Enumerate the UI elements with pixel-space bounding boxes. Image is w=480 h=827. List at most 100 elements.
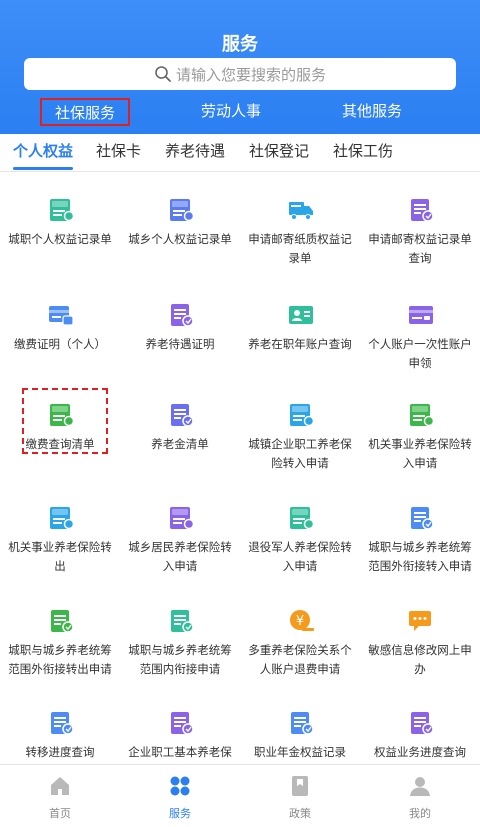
service-label: 养老金清单 [151, 437, 209, 451]
pension-doc-icon [171, 304, 194, 327]
sub-tab-bar: 个人权益 社保卡 养老待遇 社保登记 社保工伤 [0, 134, 480, 172]
tab-other-services[interactable]: 其他服务 [327, 98, 417, 126]
service-item[interactable]: 退役军人养老保险转入申请 [240, 488, 360, 592]
search-placeholder: 请输入您要搜索的服务 [175, 65, 326, 84]
service-label: 养老待遇证明 [145, 337, 215, 351]
service-item[interactable]: 城职个人权益记录单 [0, 180, 120, 284]
search-bar[interactable]: 请输入您要搜索的服务 [24, 58, 456, 90]
nav-services-label: 服务 [169, 807, 191, 820]
service-item[interactable]: 城职与城乡养老统筹范围外衔接转出申请 [0, 591, 120, 695]
service-label: 城职个人权益记录单 [8, 232, 112, 246]
service-item[interactable]: ¥ 多重养老保险关系个人账户退费申请 [240, 591, 360, 695]
service-label: 城职与城乡养老统筹范围内衔接申请 [128, 643, 232, 676]
service-label: 敏感信息修改网上申办 [368, 643, 472, 676]
home-icon [51, 777, 69, 795]
service-label: 申请邮寄纸质权益记录单 [248, 232, 352, 265]
service-label: 职业年金权益记录 [254, 745, 346, 759]
nav-policy[interactable]: 政策 [240, 765, 360, 827]
service-item[interactable]: 权益业务进度查询 [360, 693, 480, 764]
edit-doc-icon [171, 610, 194, 633]
page-title: 服务 [222, 34, 258, 55]
service-item[interactable]: 城职与城乡养老统筹范围外衔接转入申请 [360, 488, 480, 592]
svg-text:¥: ¥ [296, 614, 304, 629]
transfer-in-icon [290, 404, 314, 427]
transfer-out-icon [50, 507, 74, 530]
check-doc-icon [171, 712, 194, 735]
service-item[interactable]: 机关事业养老保险转入申请 [360, 385, 480, 489]
subtab-pension[interactable]: 养老待遇 [165, 134, 225, 172]
nav-home-label: 首页 [49, 807, 71, 820]
tab-social-security[interactable]: 社保服务 [40, 98, 130, 126]
service-label: 申请邮寄权益记录单查询 [368, 232, 472, 265]
transfer-in-icon [170, 507, 194, 530]
service-label: 机关事业养老保险转入申请 [368, 437, 472, 470]
service-item[interactable]: 机关事业养老保险转出 [0, 488, 120, 592]
profile-icon [410, 777, 430, 796]
service-item[interactable]: 敏感信息修改网上申办 [360, 591, 480, 695]
id-card-icon [289, 306, 313, 324]
nav-profile[interactable]: 我的 [360, 765, 480, 827]
service-label: 城镇企业职工养老保险转入申请 [248, 437, 352, 470]
service-item[interactable]: 城乡居民养老保险转入申请 [120, 488, 240, 592]
header: 服务 请输入您要搜索的服务 社保服务 劳动人事 其他服务 [0, 0, 480, 134]
service-item[interactable]: 职业年金权益记录 [240, 693, 360, 764]
service-label: 养老在职年账户查询 [248, 337, 352, 351]
card-stamp-icon [49, 306, 74, 326]
policy-icon [292, 776, 308, 796]
service-item[interactable]: 企业职工基本养老保险信息核对单打印 [120, 693, 240, 764]
subtab-social-card[interactable]: 社保卡 [96, 134, 141, 172]
nav-profile-label: 我的 [409, 807, 431, 820]
service-label: 多重养老保险关系个人账户退费申请 [248, 643, 352, 676]
service-item[interactable]: 缴费证明（个人） [0, 285, 120, 389]
service-label: 机关事业养老保险转出 [8, 540, 112, 573]
nav-services[interactable]: 服务 [120, 765, 240, 827]
service-label: 城乡居民养老保险转入申请 [128, 540, 232, 573]
service-label: 转移进度查询 [25, 745, 95, 759]
service-item[interactable]: 申请邮寄权益记录单查询 [360, 180, 480, 284]
subtab-injury[interactable]: 社保工伤 [333, 134, 393, 172]
service-item[interactable]: 城乡个人权益记录单 [120, 180, 240, 284]
service-label: 城乡个人权益记录单 [128, 232, 232, 246]
service-item[interactable]: 个人账户一次性账户申领 [360, 285, 480, 389]
service-item[interactable]: 城镇企业职工养老保险转入申请 [240, 385, 360, 489]
bottom-nav: 首页 服务 政策 我的 [0, 764, 480, 827]
one-time-icon [409, 306, 433, 324]
service-item[interactable]: 缴费查询清单 [0, 385, 120, 489]
search-icon [155, 66, 171, 82]
service-item[interactable]: 申请邮寄纸质权益记录单 [240, 180, 360, 284]
service-item[interactable]: 城职与城乡养老统筹范围内衔接申请 [120, 591, 240, 695]
service-label: 缴费查询清单 [25, 437, 95, 451]
mail-truck-icon [289, 202, 313, 220]
service-label: 权益业务进度查询 [374, 745, 466, 759]
service-item[interactable]: 养老金清单 [120, 385, 240, 489]
progress-doc-icon [51, 712, 74, 735]
pay-list-icon [50, 404, 74, 427]
doc-badge-icon [170, 199, 194, 222]
services-icon [170, 776, 190, 796]
service-grid: 城职个人权益记录单 城乡个人权益记录单 申请邮寄纸质权益记录单 申请邮寄权益记录单查询… [0, 172, 480, 764]
link-out-icon [51, 610, 74, 633]
nav-home[interactable]: 首页 [0, 765, 120, 827]
service-label: 城职与城乡养老统筹范围外衔接转出申请 [8, 643, 112, 676]
service-label: 个人账户一次性账户申领 [368, 337, 472, 370]
service-label: 城职与城乡养老统筹范围外衔接转入申请 [368, 540, 472, 573]
tab-labor[interactable]: 劳动人事 [186, 98, 276, 126]
transfer-in-icon [410, 404, 434, 427]
service-item[interactable]: 养老在职年账户查询 [240, 285, 360, 389]
pension-list-icon [171, 404, 194, 427]
doc-badge-icon [50, 199, 74, 222]
doc-search-icon [411, 199, 434, 222]
message-edit-icon [409, 611, 431, 631]
link-in-icon [411, 507, 434, 530]
service-label: 退役军人养老保险转入申请 [248, 540, 352, 573]
nav-policy-label: 政策 [289, 807, 311, 820]
service-label: 企业职工基本养老保险信息核对单打印 [128, 745, 232, 759]
service-label: 缴费证明（个人） [14, 337, 106, 351]
annuity-doc-icon [291, 712, 314, 735]
subtab-registration[interactable]: 社保登记 [249, 134, 309, 172]
progress-search-icon [411, 712, 434, 735]
transfer-in-icon [290, 507, 314, 530]
subtab-personal-rights[interactable]: 个人权益 [13, 134, 74, 172]
service-item[interactable]: 转移进度查询 [0, 693, 120, 764]
service-item[interactable]: 养老待遇证明 [120, 285, 240, 389]
